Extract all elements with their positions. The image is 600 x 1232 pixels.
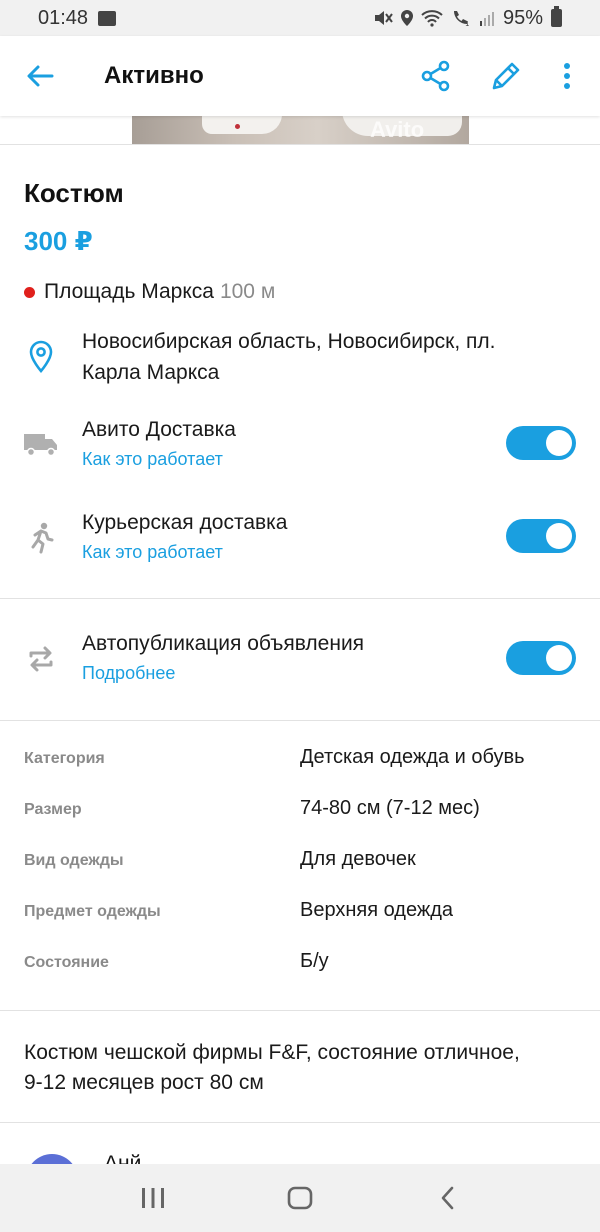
avito-delivery-toggle[interactable] [506,426,576,460]
courier-delivery-text: Курьерская доставка Как это работает [82,507,288,566]
toggle-knob [546,523,572,549]
gallery-notification-icon [98,10,117,26]
status-right: 1 95% [373,6,562,30]
metro-line-dot [24,286,35,298]
autopublish-text: Автопубликация объявления Подробнее [82,628,364,687]
truck-icon [22,424,60,462]
param-key: Вид одежды [24,852,124,869]
share-icon [421,60,450,92]
divider [0,144,600,145]
courier-delivery-row: Курьерская доставка Как это работает [0,505,600,569]
divider [0,720,600,721]
back-button[interactable] [14,50,66,102]
description-line: 9-12 месяцев рост 80 см [24,1071,264,1094]
autopublish-label: Автопубликация объявления [82,632,365,655]
listing-description: Костюм чешской фирмы F&F, состояние отли… [24,1038,584,1098]
param-row: Вид одежды Для девочек [0,846,600,876]
metro-distance: 100 м [219,280,276,303]
param-row: Состояние Б/у [0,948,600,978]
call-icon: 1 [453,11,469,27]
more-info-link[interactable]: Подробнее [82,659,364,687]
battery-icon [551,6,562,27]
divider [0,1122,600,1123]
location-status-icon [400,10,413,26]
location-pin-icon [22,338,60,376]
metro-name: Площадь Маркса [44,280,214,303]
param-key: Размер [24,801,82,818]
mute-icon [374,11,393,25]
param-row: Размер 74-80 см (7-12 мес) [0,795,600,825]
address-line: Новосибирская область, Новосибирск, пл. [82,330,496,353]
toggle-knob [546,645,572,671]
pencil-icon [492,62,520,90]
avito-delivery-label: Авито Доставка [82,418,236,441]
wifi-icon [421,10,443,27]
back-nav-button[interactable] [417,1168,477,1228]
more-button[interactable] [552,52,582,100]
how-it-works-link[interactable]: Как это работает [82,538,288,566]
repeat-icon [22,640,60,678]
autopublish-toggle[interactable] [506,641,576,675]
app-bar: Активно [0,36,600,116]
home-icon [287,1186,313,1210]
divider [0,598,600,599]
photo-watermark: Avito [370,117,425,142]
home-button[interactable] [270,1168,330,1228]
description-line: Костюм чешской фирмы F&F, состояние отли… [24,1041,520,1064]
param-value: Для девочек [300,848,416,870]
autopublish-row: Автопубликация объявления Подробнее [0,628,600,692]
param-value: Детская одежда и обувь [300,746,525,768]
edit-button[interactable] [482,52,530,100]
address-row: Новосибирская область, Новосибирск, пл. … [0,324,600,394]
listing-title: Костюм [24,178,124,208]
toggle-knob [546,430,572,456]
param-value: Верхняя одежда [300,899,454,921]
share-button[interactable] [412,52,460,100]
arrow-left-icon [27,65,54,87]
avito-delivery-text: Авито Доставка Как это работает [82,414,236,473]
metro-station: Площадь Маркса 100 м [24,280,275,304]
param-key: Предмет одежды [24,903,161,920]
svg-text:1: 1 [465,20,469,27]
address-text: Новосибирская область, Новосибирск, пл. … [82,326,496,388]
system-nav-bar [0,1164,600,1232]
status-time: 01:48 [38,6,89,29]
param-value: 74-80 см (7-12 мес) [300,797,480,819]
battery-percent: 95% [502,6,543,29]
photo-garment [202,116,282,134]
app-actions [412,52,582,100]
param-key: Состояние [24,954,109,971]
seller-name[interactable]: Анй [104,1152,141,1164]
photo-detail [235,124,240,129]
courier-delivery-label: Курьерская доставка [82,511,288,534]
param-row: Категория Детская одежда и обувь [0,744,600,774]
courier-delivery-toggle[interactable] [506,519,576,553]
page-title: Активно [104,62,204,89]
runner-icon [22,519,60,557]
param-value: Б/у [300,950,329,972]
status-bar: 01:48 1 95% [0,0,600,36]
listing-photo[interactable]: Avito [132,116,469,144]
status-icons: 1 [373,9,495,27]
how-it-works-link[interactable]: Как это работает [82,445,236,473]
status-left: 01:48 [38,6,117,30]
photo-gallery[interactable]: Avito [0,116,600,144]
signal-icon [479,12,494,26]
param-row: Предмет одежды Верхняя одежда [0,897,600,927]
address-line: Карла Маркса [82,361,220,384]
more-vertical-icon [564,63,570,89]
divider [0,1010,600,1011]
recent-apps-icon [142,1188,165,1208]
avito-delivery-row: Авито Доставка Как это работает [0,412,600,476]
listing-price: 300 ₽ [24,226,93,256]
chevron-left-icon [441,1186,453,1210]
param-key: Категория [24,750,105,767]
recent-apps-button[interactable] [123,1168,183,1228]
